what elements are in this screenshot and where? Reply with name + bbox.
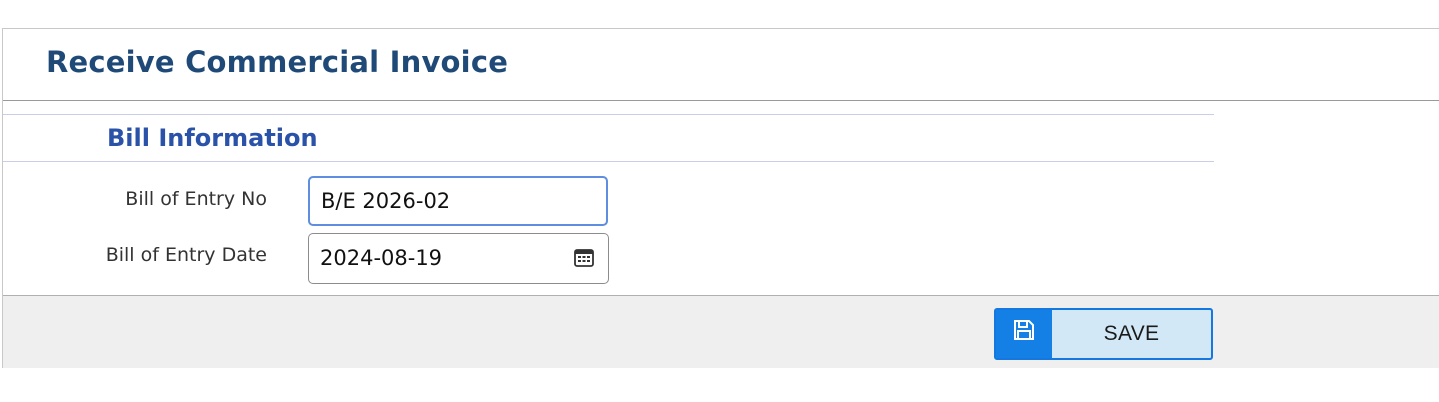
panel-header: Receive Commercial Invoice (3, 29, 1439, 101)
bill-of-entry-no-label: Bill of Entry No (125, 188, 267, 210)
form-footer: SAVE (3, 295, 1439, 368)
bill-of-entry-no-input[interactable] (308, 176, 608, 226)
bill-of-entry-date-label: Bill of Entry Date (105, 244, 267, 266)
section-top-divider (3, 114, 1214, 115)
section-bottom-divider (3, 161, 1214, 162)
save-button-label: SAVE (1103, 322, 1160, 345)
invoice-panel: Receive Commercial Invoice Bill Informat… (2, 28, 1439, 368)
floppy-disk-icon (996, 310, 1052, 358)
section-title: Bill Information (107, 124, 318, 152)
page-title: Receive Commercial Invoice (46, 45, 509, 79)
calendar-icon[interactable] (574, 248, 594, 268)
bill-of-entry-date-value: 2024-08-19 (320, 246, 443, 270)
bill-of-entry-date-input[interactable]: 2024-08-19 (308, 233, 609, 284)
save-button[interactable]: SAVE (994, 308, 1213, 360)
